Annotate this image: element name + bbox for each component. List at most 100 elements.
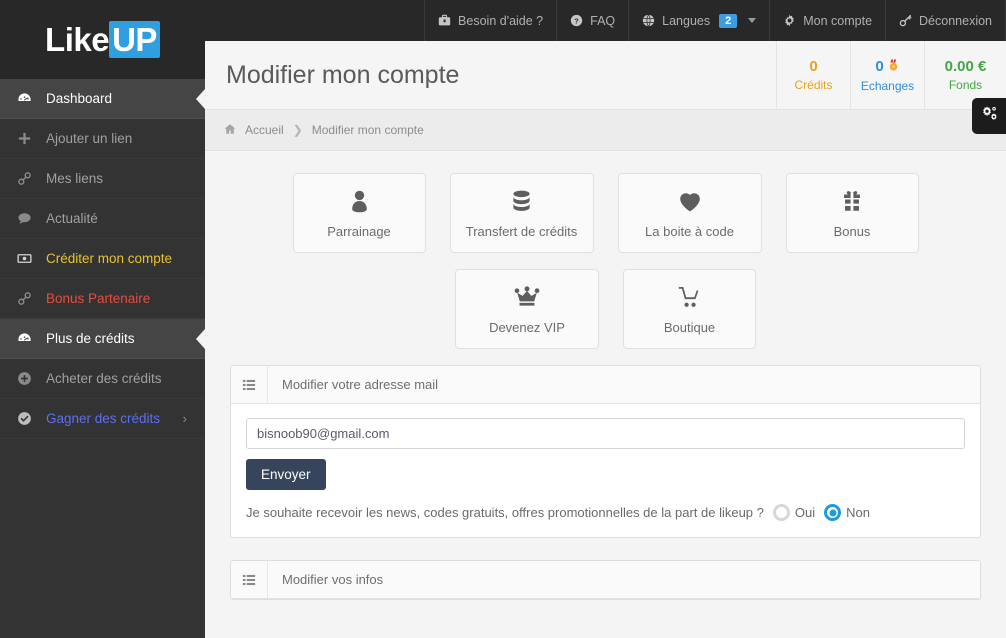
topnav-label: Mon compte bbox=[803, 13, 873, 28]
newsletter-option-row: Je souhaite recevoir les news, codes gra… bbox=[246, 504, 965, 521]
sidebar-item-bonus-partenaire[interactable]: Bonus Partenaire bbox=[0, 279, 205, 319]
page-root: Besoin d'aide ? ? FAQ Langues 2 Mon comp… bbox=[0, 0, 1006, 638]
breadcrumb: Accueil ❯ Modifier mon compte bbox=[205, 110, 1006, 151]
panel-header: Modifier vos infos bbox=[231, 561, 980, 599]
chevron-right-icon: › bbox=[182, 411, 187, 426]
radio-non[interactable] bbox=[824, 504, 842, 521]
logo-text-primary: Like bbox=[45, 21, 110, 58]
tile-label: Bonus bbox=[833, 224, 871, 239]
home-icon bbox=[224, 123, 236, 138]
tile-devenez-vip[interactable]: Devenez VIP bbox=[455, 269, 599, 349]
radio-oui[interactable] bbox=[772, 504, 790, 521]
newsletter-question: Je souhaite recevoir les news, codes gra… bbox=[246, 505, 764, 520]
stat-value: 0 bbox=[809, 58, 818, 75]
topnav-label: Besoin d'aide ? bbox=[458, 13, 544, 28]
sidebar-item-crediter-mon-compte[interactable]: Créditer mon compte bbox=[0, 239, 205, 279]
topnav-item-faq[interactable]: ? FAQ bbox=[556, 0, 628, 41]
panel-title: Modifier votre adresse mail bbox=[282, 377, 439, 392]
sidebar-item-label: Bonus Partenaire bbox=[46, 291, 151, 306]
plus-icon bbox=[17, 131, 41, 146]
sidebar-item-label: Acheter des crédits bbox=[46, 371, 162, 386]
link-icon bbox=[17, 291, 41, 306]
tiles-row-2: Devenez VIP Boutique bbox=[230, 269, 981, 349]
topnav-item-aide[interactable]: Besoin d'aide ? bbox=[424, 0, 556, 41]
gift-icon bbox=[839, 187, 865, 215]
tiles-row-1: Parrainage Transfert de crédits La boite… bbox=[230, 173, 981, 253]
tile-transfert-de-credits[interactable]: Transfert de crédits bbox=[449, 173, 594, 253]
page-title: Modifier mon compte bbox=[226, 60, 460, 89]
topnav-label: Déconnexion bbox=[919, 13, 992, 28]
tile-label: Transfert de crédits bbox=[465, 224, 578, 239]
stat-credits[interactable]: 0 Crédits bbox=[776, 41, 850, 109]
sidebar-item-label: Mes liens bbox=[46, 171, 104, 186]
sidebar-item-acheter-des-credits[interactable]: Acheter des crédits bbox=[0, 359, 205, 399]
sidebar-item-actualite[interactable]: Actualité bbox=[0, 199, 205, 239]
user-icon bbox=[346, 187, 373, 215]
tile-boutique[interactable]: Boutique bbox=[623, 269, 756, 349]
sidebar-item-label: Plus de crédits bbox=[46, 331, 135, 346]
question-circle-icon: ? bbox=[570, 14, 583, 27]
sidebar-item-gagner-des-credits[interactable]: Gagner des crédits › bbox=[0, 399, 205, 439]
content-panel: Modifier mon compte 0 Crédits 0 Echanges bbox=[205, 41, 1006, 638]
panel-modifier-adresse-mail: Modifier votre adresse mail Envoyer Je s… bbox=[230, 365, 981, 538]
money-bill-icon bbox=[17, 251, 41, 266]
cogs-icon bbox=[980, 104, 999, 128]
tile-parrainage[interactable]: Parrainage bbox=[292, 173, 426, 253]
settings-widget-button[interactable] bbox=[972, 98, 1006, 134]
check-circle-icon bbox=[17, 411, 41, 426]
tile-bonus[interactable]: Bonus bbox=[785, 173, 919, 253]
medal-icon bbox=[887, 58, 900, 76]
langues-count-badge: 2 bbox=[719, 13, 738, 28]
radio-non-label: Non bbox=[846, 505, 870, 520]
dashboard-icon bbox=[17, 91, 41, 106]
key-icon bbox=[899, 14, 912, 27]
globe-icon bbox=[642, 14, 655, 27]
logo[interactable]: LikeUP bbox=[0, 0, 205, 79]
chevron-down-icon[interactable] bbox=[748, 18, 757, 23]
list-icon bbox=[231, 561, 268, 598]
sidebar-item-label: Gagner des crédits bbox=[46, 411, 161, 426]
main-content: Parrainage Transfert de crédits La boite… bbox=[205, 151, 1006, 600]
database-icon bbox=[508, 187, 535, 215]
tile-label: Devenez VIP bbox=[489, 320, 565, 335]
support-briefcase-icon bbox=[438, 14, 451, 27]
tile-label: Boutique bbox=[663, 320, 716, 335]
email-field[interactable] bbox=[246, 418, 965, 449]
plus-circle-icon bbox=[17, 371, 41, 386]
stat-label: Fonds bbox=[948, 78, 983, 92]
stat-echanges[interactable]: 0 Echanges bbox=[850, 41, 924, 109]
sidebar-item-plus-de-credits[interactable]: Plus de crédits bbox=[0, 319, 205, 359]
radio-oui-label: Oui bbox=[794, 505, 816, 520]
send-button[interactable]: Envoyer bbox=[246, 459, 326, 490]
stat-label: Echanges bbox=[860, 78, 915, 93]
panel-title: Modifier vos infos bbox=[282, 572, 384, 587]
breadcrumb-link-accueil[interactable]: Accueil bbox=[245, 123, 284, 137]
chevron-right-icon: ❯ bbox=[292, 123, 303, 137]
logo-text-accent: UP bbox=[109, 21, 160, 58]
panel-body: Envoyer Je souhaite recevoir les news, c… bbox=[231, 404, 980, 537]
panel-modifier-vos-infos: Modifier vos infos bbox=[230, 560, 981, 600]
stats-group: 0 Crédits 0 Echanges 0.00 € Fonds bbox=[776, 41, 1006, 109]
topnav-item-deconnexion[interactable]: Déconnexion bbox=[885, 0, 1006, 41]
sidebar-item-ajouter-un-lien[interactable]: Ajouter un lien bbox=[0, 119, 205, 159]
stat-value: 0 bbox=[875, 58, 884, 75]
sidebar-item-mes-liens[interactable]: Mes liens bbox=[0, 159, 205, 199]
sidebar-item-label: Dashboard bbox=[46, 91, 113, 106]
tile-la-boite-a-code[interactable]: La boite à code bbox=[617, 173, 762, 253]
sidebar-item-label: Actualité bbox=[46, 211, 98, 226]
list-icon bbox=[231, 366, 268, 403]
gear-icon bbox=[783, 14, 796, 27]
tile-label: La boite à code bbox=[645, 224, 734, 239]
topnav-item-mon-compte[interactable]: Mon compte bbox=[769, 0, 885, 41]
shopping-cart-icon bbox=[676, 283, 703, 311]
comment-icon bbox=[17, 211, 41, 226]
topnav-item-langues[interactable]: Langues 2 bbox=[628, 0, 769, 41]
topnav-label: Langues bbox=[662, 13, 711, 28]
svg-text:?: ? bbox=[574, 16, 579, 25]
sidebar-item-dashboard[interactable]: Dashboard bbox=[0, 79, 205, 119]
tile-label: Parrainage bbox=[327, 224, 391, 239]
stat-label: Crédits bbox=[794, 78, 833, 92]
panel-header: Modifier votre adresse mail bbox=[231, 366, 980, 404]
crown-icon bbox=[513, 283, 541, 311]
sidebar-item-label: Créditer mon compte bbox=[46, 251, 173, 266]
